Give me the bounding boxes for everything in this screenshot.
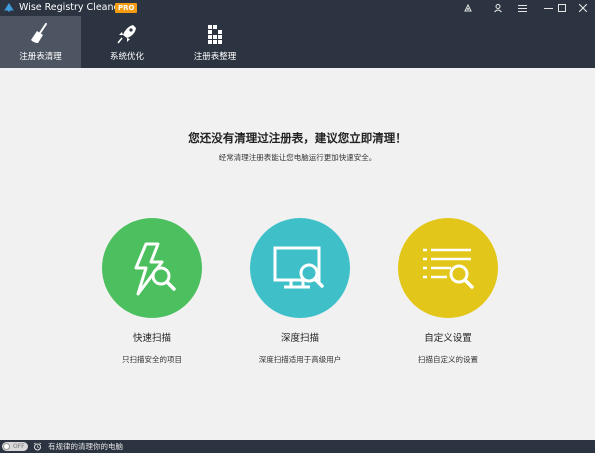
menu-icon [517, 4, 527, 12]
quick-scan-button[interactable] [102, 218, 202, 318]
tab-label: 注册表整理 [193, 52, 237, 62]
close-icon [579, 4, 587, 12]
deep-scan-button[interactable] [250, 218, 350, 318]
status-bar: OFF 有规律的清理你的电脑 [0, 440, 595, 453]
defrag-blocks-icon [208, 25, 222, 44]
user-button[interactable] [486, 0, 510, 16]
tab-system-optimization[interactable]: 系统优化 [89, 16, 165, 68]
broom-icon [30, 23, 47, 43]
schedule-toggle[interactable]: OFF [2, 442, 28, 451]
list-search-icon [423, 248, 474, 289]
close-button[interactable] [571, 0, 595, 16]
toggle-knob [3, 443, 10, 450]
toggle-label: OFF [13, 443, 25, 450]
page-headline: 您还没有清理过注册表，建议您立即清理！ [188, 131, 407, 145]
option-title: 自定义设置 [424, 333, 472, 344]
maximize-icon [558, 4, 566, 12]
option-description: 只扫描安全的项目 [122, 355, 182, 364]
title-bar: Wise Registry Cleaner X PRO [0, 0, 595, 16]
quick-scan-option[interactable]: 快速扫描 只扫描安全的项目 [82, 218, 222, 365]
user-icon [494, 4, 502, 13]
main-panel: 您还没有清理过注册表，建议您立即清理！ 经常清理注册表能让您电脑运行更加快速安全… [0, 68, 595, 440]
theme-button[interactable] [456, 0, 480, 16]
option-description: 扫描自定义的设置 [418, 355, 478, 364]
option-title: 深度扫描 [280, 333, 319, 344]
monitor-search-icon [273, 246, 324, 289]
tab-label: 注册表清理 [19, 52, 62, 62]
tab-registry-defrag[interactable]: 注册表整理 [176, 16, 254, 68]
theme-icon [464, 3, 472, 12]
status-text: 有规律的清理你的电脑 [48, 442, 123, 451]
custom-settings-option[interactable]: 自定义设置 扫描自定义的设置 [378, 218, 518, 365]
tab-label: 系统优化 [109, 52, 144, 62]
app-logo-icon [4, 3, 14, 12]
option-title: 快速扫描 [132, 333, 171, 344]
page-subline: 经常清理注册表能让您电脑运行更加快速安全。 [218, 153, 377, 162]
option-description: 深度扫描适用于高级用户 [258, 355, 342, 364]
pro-badge: PRO [115, 3, 138, 13]
rocket-icon [117, 25, 136, 44]
tab-registry-cleaner[interactable]: 注册表清理 [0, 16, 81, 68]
lightning-search-icon [134, 242, 176, 296]
alarm-clock-icon [33, 442, 42, 451]
custom-settings-button[interactable] [398, 218, 498, 318]
deep-scan-option[interactable]: 深度扫描 深度扫描适用于高级用户 [230, 218, 370, 365]
main-toolbar: 注册表清理 系统优化 注册表整理 [0, 16, 595, 68]
menu-button[interactable] [510, 0, 534, 16]
